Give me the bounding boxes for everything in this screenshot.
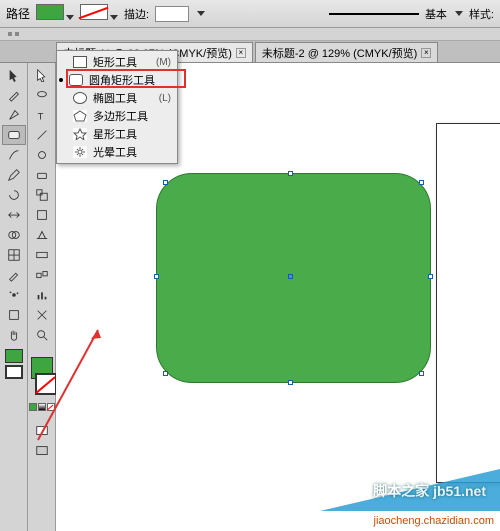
width-tool[interactable] (2, 205, 26, 225)
rectangle-icon (73, 56, 87, 68)
pen-tool[interactable] (2, 105, 26, 125)
rectangle-tool[interactable] (2, 125, 26, 145)
ellipse-icon (73, 92, 87, 104)
flyout-label: 光晕工具 (93, 144, 137, 160)
document-tab-2[interactable]: 未标题-2 @ 129% (CMYK/预览) × (255, 42, 438, 62)
tab-label: 未标题-2 @ 129% (CMYK/预览) (262, 45, 417, 61)
flyout-label: 多边形工具 (93, 108, 148, 124)
eyedropper-tool[interactable] (2, 265, 26, 285)
polygon-icon (73, 110, 87, 122)
hand-tool[interactable] (2, 325, 26, 345)
svg-text:T: T (37, 111, 43, 122)
mesh-tool[interactable] (2, 245, 26, 265)
flyout-flare-tool[interactable]: 光晕工具 (57, 143, 177, 161)
zoom-tool[interactable] (30, 325, 54, 345)
shortcut-label: (L) (159, 93, 171, 104)
shape-builder-tool[interactable] (2, 225, 26, 245)
screen-mode-full[interactable] (30, 441, 54, 461)
artboard (436, 123, 500, 483)
flyout-rectangle-tool[interactable]: 矩形工具 (M) (57, 53, 177, 71)
symbol-sprayer-tool[interactable] (2, 285, 26, 305)
scale-tool[interactable] (30, 185, 54, 205)
flare-icon (73, 146, 87, 158)
selected-bullet-icon (59, 78, 63, 82)
star-icon (73, 128, 87, 140)
path-label: 路径 (6, 5, 30, 22)
artboard-tool[interactable] (2, 305, 26, 325)
screen-mode-normal[interactable] (30, 421, 54, 441)
gradient-tool[interactable] (30, 245, 54, 265)
shortcut-label: (M) (156, 57, 171, 68)
control-strip (0, 28, 500, 41)
flyout-ellipse-tool[interactable]: 椭圆工具 (L) (57, 89, 177, 107)
flyout-star-tool[interactable]: 星形工具 (57, 125, 177, 143)
toolbox-col-b: T (28, 63, 56, 531)
line-tool[interactable] (30, 125, 54, 145)
chevron-down-icon[interactable] (455, 11, 463, 16)
shape-tool-flyout: 矩形工具 (M) 圆角矩形工具 椭圆工具 (L) 多边形工具 星形工具 光晕工具 (56, 50, 178, 164)
mini-stroke-swatch[interactable] (5, 365, 23, 379)
flyout-polygon-tool[interactable]: 多边形工具 (57, 107, 177, 125)
close-icon[interactable]: × (421, 48, 431, 58)
brush-basic-label: 基本 (425, 6, 447, 22)
toolbox-col-a (0, 63, 28, 531)
column-graph-tool[interactable] (30, 285, 54, 305)
eraser-tool[interactable] (30, 165, 54, 185)
close-icon[interactable]: × (236, 48, 246, 58)
type-tool[interactable]: T (30, 105, 54, 125)
chevron-down-icon[interactable] (197, 11, 205, 16)
rounded-rectangle-icon (69, 74, 83, 86)
blob-brush-tool[interactable] (30, 145, 54, 165)
watermark: 脚本之家 jb51.net jiaocheng.chazidian.com (320, 469, 500, 531)
flyout-label: 圆角矩形工具 (89, 72, 155, 88)
flyout-rounded-rectangle-tool[interactable]: 圆角矩形工具 (57, 71, 177, 89)
perspective-grid-tool[interactable] (30, 225, 54, 245)
lasso-tool[interactable] (30, 85, 54, 105)
stroke-swatch[interactable] (80, 4, 118, 23)
color-mode-swatches[interactable] (29, 403, 55, 411)
watermark-text-2: jiaocheng.chazidian.com (374, 515, 494, 527)
rotate-tool[interactable] (2, 185, 26, 205)
slice-tool[interactable] (30, 305, 54, 325)
magic-wand-tool[interactable] (2, 85, 26, 105)
pencil-tool[interactable] (2, 165, 26, 185)
flyout-label: 矩形工具 (93, 54, 137, 70)
flyout-label: 星形工具 (93, 126, 137, 142)
options-bar: 路径 描边: 基本 样式: (0, 0, 500, 28)
fill-swatch[interactable] (36, 4, 74, 23)
paintbrush-tool[interactable] (2, 145, 26, 165)
watermark-text-1: 脚本之家 jb51.net (373, 481, 486, 501)
mini-fill-swatch[interactable] (5, 349, 23, 363)
selection-tool[interactable] (2, 65, 26, 85)
direct-selection-tool[interactable] (30, 65, 54, 85)
style-label: 样式: (469, 6, 494, 22)
blend-tool[interactable] (30, 265, 54, 285)
rounded-rectangle-shape[interactable] (156, 173, 431, 383)
stroke-weight-field[interactable] (155, 6, 189, 22)
flyout-label: 椭圆工具 (93, 90, 137, 106)
free-transform-tool[interactable] (30, 205, 54, 225)
stroke-label: 描边: (124, 6, 149, 22)
stroke-color-block[interactable] (35, 373, 57, 395)
brush-preview[interactable] (329, 13, 419, 15)
